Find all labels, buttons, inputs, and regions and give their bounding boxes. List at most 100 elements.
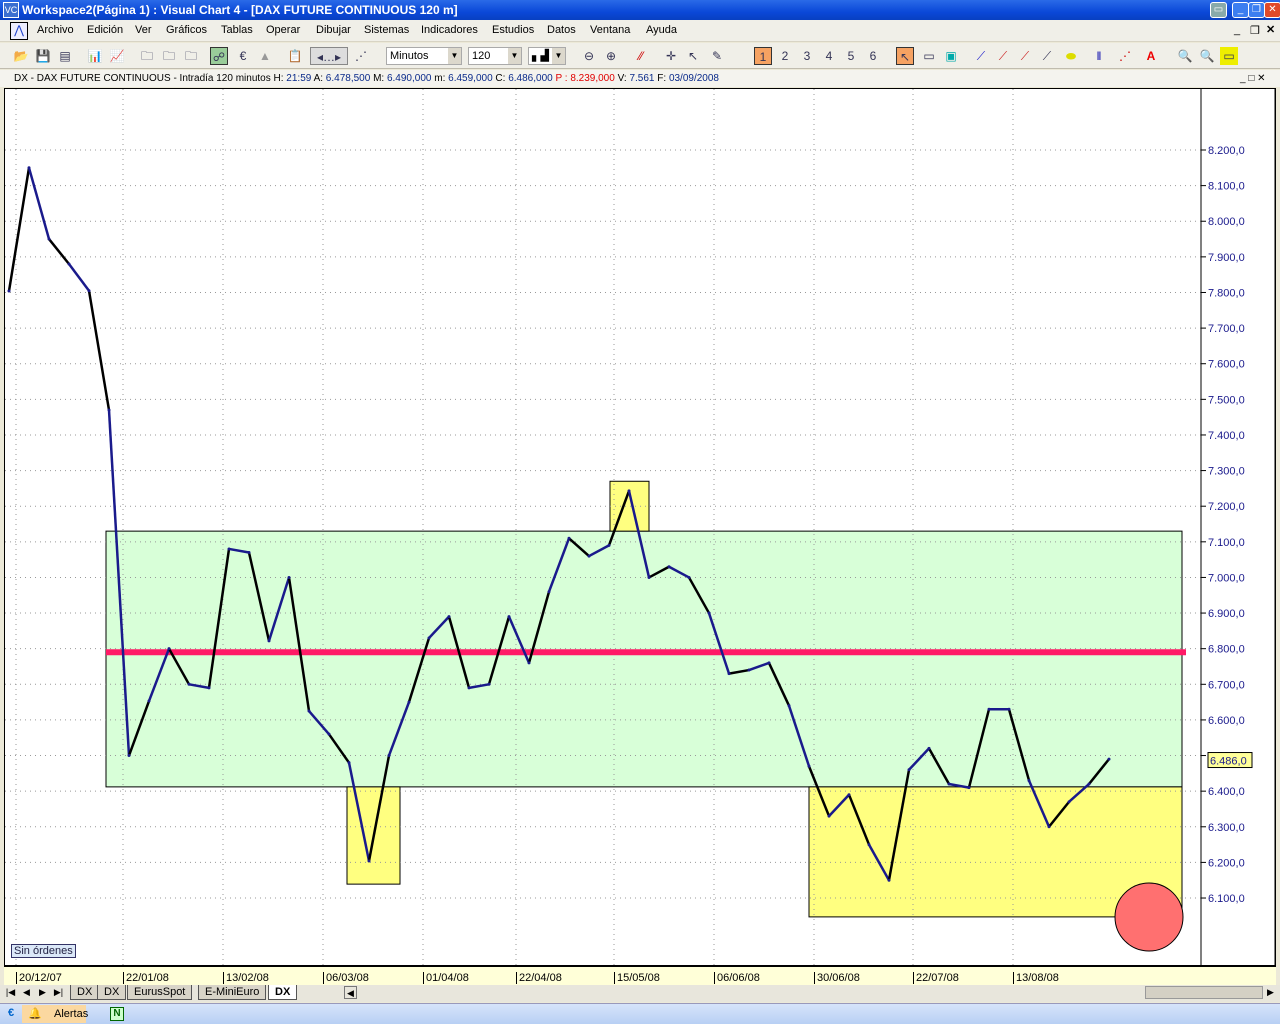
scroll-control[interactable]: ◂…▸ [310, 47, 348, 65]
price-point [107, 408, 111, 412]
text-icon[interactable]: A [1142, 47, 1160, 65]
menu-operar[interactable]: Operar [266, 24, 300, 36]
open-icon[interactable]: 📂 [12, 47, 30, 65]
zoom-in-icon[interactable]: ⊕ [602, 47, 620, 65]
menu-ayuda[interactable]: Ayuda [646, 24, 677, 36]
open-study-icon[interactable]: 🗀 [160, 47, 178, 65]
window-2-icon[interactable]: 2 [776, 47, 794, 65]
pen-icon[interactable]: ✎ [708, 47, 726, 65]
window-5-icon[interactable]: 5 [842, 47, 860, 65]
window-4-icon[interactable]: 4 [820, 47, 838, 65]
minimize-button[interactable]: _ [1232, 2, 1249, 18]
last-tab-button[interactable]: ▶| [52, 986, 65, 999]
indicator-icon[interactable]: ⁄⁄ [632, 47, 650, 65]
menu-edición[interactable]: Edición [87, 24, 123, 36]
price-point [1047, 825, 1051, 829]
sheet-tab[interactable]: DX [97, 985, 127, 1000]
menu-indicadores[interactable]: Indicadores [421, 24, 478, 36]
menu-ver[interactable]: Ver [135, 24, 152, 36]
zoom-area-icon[interactable]: 🔍 [1176, 47, 1194, 65]
euro-icon[interactable]: € [8, 1007, 14, 1019]
alerts-button[interactable]: 🔔 Alertas [22, 1005, 88, 1023]
ellipse-icon[interactable]: ⬬ [1062, 47, 1080, 65]
trendline-red-icon[interactable]: ⟋ [994, 47, 1012, 65]
properties-icon[interactable]: 📋 [286, 47, 304, 65]
line-icon[interactable]: ⟋ [1038, 47, 1056, 65]
menu-estudios[interactable]: Estudios [492, 24, 534, 36]
save-icon[interactable]: 💾 [34, 47, 52, 65]
zoom-out-icon[interactable]: ⊖ [580, 47, 598, 65]
chart-type-select[interactable]: ▖▟ ▼ [528, 47, 566, 65]
price-point [1027, 778, 1031, 782]
prev-tab-button[interactable]: ◀ [20, 986, 33, 999]
doc-minimize-button[interactable]: _ [1234, 24, 1240, 36]
period-value-select[interactable]: 120 ▼ [468, 47, 522, 65]
chart-data-icon[interactable]: 📈 [108, 47, 126, 65]
key-euro-icon[interactable]: € [234, 47, 252, 65]
network-icon[interactable]: ☍ [210, 47, 228, 65]
scroll-left-button[interactable]: ◀ [344, 986, 357, 999]
channel-icon[interactable]: ⟋ [1016, 47, 1034, 65]
date-axis: 20/12/07 22/01/08 13/02/08 06/03/08 01/04/08… [4, 966, 1276, 985]
menu-sistemas[interactable]: Sistemas [364, 24, 409, 36]
doc-close-button[interactable]: ✕ [1266, 23, 1275, 36]
zoom-reset-icon[interactable]: 🔍 [1198, 47, 1216, 65]
scroll-right-button[interactable]: ▶ [1264, 986, 1277, 999]
price-point [247, 551, 251, 555]
link-icon[interactable]: ⋰ [352, 47, 370, 65]
sheet-tab[interactable]: DX [268, 985, 298, 1000]
close-button[interactable]: ✕ [1264, 2, 1280, 18]
horizontal-scrollbar[interactable] [1145, 986, 1263, 999]
y-tick-label: 7.600,0 [1208, 359, 1245, 371]
open-template-icon[interactable]: 🗀 [138, 47, 156, 65]
chart-window-controls[interactable]: _ □ ✕ [1240, 70, 1266, 87]
rectangle-icon[interactable]: ▣ [942, 47, 960, 65]
x-tick-label: 22/04/08 [516, 972, 562, 984]
fibonacci-icon[interactable]: ⋰ [1116, 47, 1134, 65]
x-tick-label: 30/06/08 [814, 972, 860, 984]
menu-dibujar[interactable]: Dibujar [316, 24, 351, 36]
price-point [27, 166, 31, 170]
new-chart-icon[interactable]: 📊 [86, 47, 104, 65]
menu-archivo[interactable]: Archivo [37, 24, 74, 36]
crosshair-icon[interactable]: ✛ [662, 47, 680, 65]
y-tick-label: 8.200,0 [1208, 145, 1245, 157]
maximize-button[interactable]: ❐ [1248, 2, 1265, 18]
pointer-label-icon[interactable]: ↖ [684, 47, 702, 65]
marker-circle [1114, 882, 1184, 952]
sheet-tab[interactable]: EurusSpot [127, 985, 193, 1000]
save-all-icon[interactable]: ▤ [56, 47, 74, 65]
menu-gráficos[interactable]: Gráficos [166, 24, 207, 36]
broker-icon[interactable]: ▲ [256, 47, 274, 65]
measure-icon[interactable]: ▭ [1220, 47, 1238, 65]
doc-restore-button[interactable]: ❐ [1250, 24, 1260, 37]
window-1-icon[interactable]: 1 [754, 47, 772, 65]
vertical-lines-icon[interactable]: ‖ [1090, 47, 1108, 65]
price-point [807, 764, 811, 768]
open-table-icon[interactable]: 🗀 [182, 47, 200, 65]
next-tab-button[interactable]: ▶ [36, 986, 49, 999]
select-pointer-icon[interactable]: ↖ [896, 47, 914, 65]
window-3-icon[interactable]: 3 [798, 47, 816, 65]
trendline-icon[interactable]: ⟋ [972, 47, 990, 65]
period-unit-select[interactable]: Minutos ▼ [386, 47, 462, 65]
news-icon[interactable]: N [110, 1007, 124, 1021]
toolbar-toggle-button[interactable]: ▭ [1210, 2, 1227, 18]
sheet-tab[interactable]: E-MiniEuro [198, 985, 267, 1000]
price-point [887, 878, 891, 882]
price-point [1087, 782, 1091, 786]
window-6-icon[interactable]: 6 [864, 47, 882, 65]
price-chart[interactable]: 8.200,0 8.100,0 8.000,0 7.900,0 7.800,0 7.700… [4, 88, 1276, 966]
price-point [47, 237, 51, 241]
ruler-icon[interactable]: ▭ [920, 47, 938, 65]
chevron-down-icon: ▼ [448, 48, 461, 64]
price-point [367, 859, 371, 863]
first-tab-button[interactable]: |◀ [4, 986, 17, 999]
menu-tablas[interactable]: Tablas [221, 24, 253, 36]
price-point [747, 668, 751, 672]
menu-datos[interactable]: Datos [547, 24, 576, 36]
sheet-tab[interactable]: DX [70, 985, 100, 1000]
price-point [527, 661, 531, 665]
chart-doc-icon[interactable]: ⋀ [10, 22, 28, 40]
menu-ventana[interactable]: Ventana [590, 24, 630, 36]
